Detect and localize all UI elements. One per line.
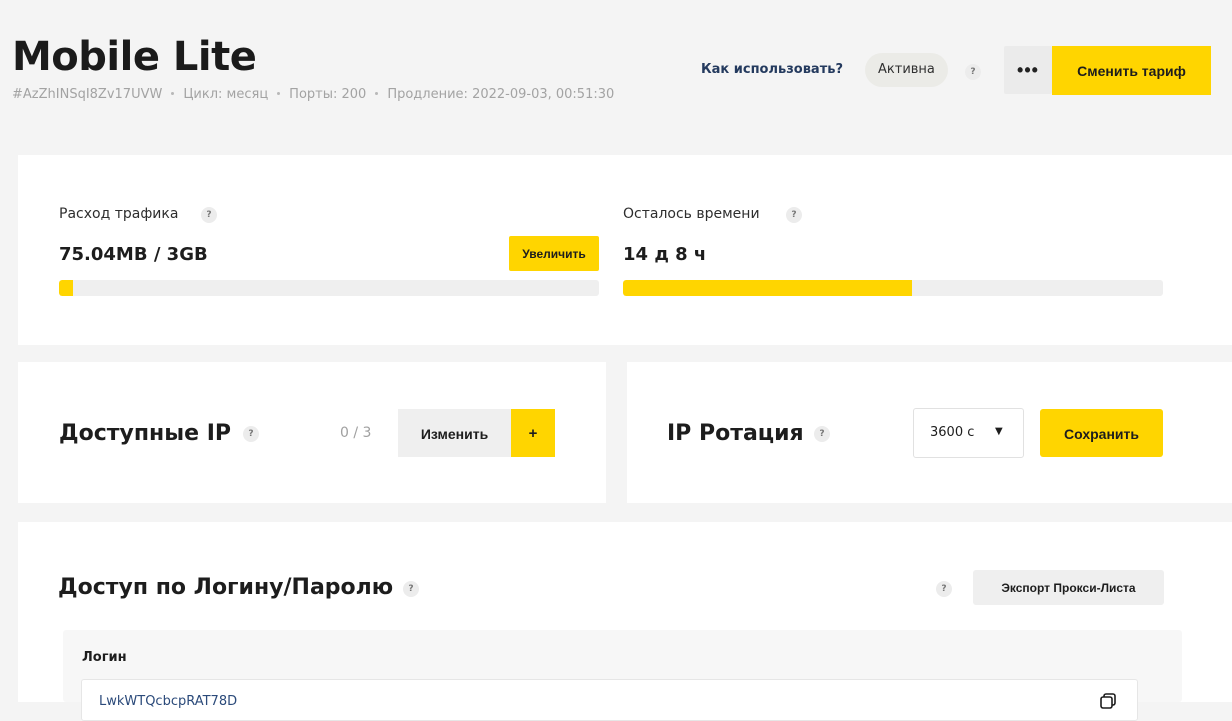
change-plan-button[interactable]: Сменить тариф bbox=[1052, 46, 1211, 95]
page-title: Mobile Lite bbox=[12, 34, 257, 80]
how-to-use-link[interactable]: Как использовать? bbox=[701, 62, 843, 77]
plan-ports: Порты: 200 bbox=[289, 87, 367, 102]
plan-cycle: Цикл: месяц bbox=[183, 87, 269, 102]
help-icon[interactable]: ? bbox=[786, 207, 802, 223]
ip-rotation-title: IP Ротация bbox=[667, 421, 804, 446]
plan-meta: #AzZhINSqI8Zv17UVW Цикл: месяц Порты: 200 П… bbox=[12, 87, 614, 102]
edit-ips-button[interactable]: Изменить bbox=[398, 409, 511, 457]
rotation-interval-value: 3600 с bbox=[930, 425, 975, 440]
login-panel: Логин LwkWTQcbcpRAT78D bbox=[63, 630, 1182, 721]
save-rotation-button[interactable]: Сохранить bbox=[1040, 409, 1163, 457]
plan-id: #AzZhINSqI8Zv17UVW bbox=[12, 87, 163, 102]
separator-dot bbox=[171, 92, 175, 95]
separator-dot bbox=[277, 92, 281, 95]
page-header: Mobile Lite #AzZhINSqI8Zv17UVW Цикл: меся… bbox=[0, 0, 1232, 150]
copy-icon[interactable] bbox=[1099, 692, 1117, 710]
more-options-button[interactable]: ••• bbox=[1004, 46, 1052, 94]
rotation-interval-select[interactable]: 3600 с ▼ bbox=[913, 408, 1024, 458]
traffic-label: Расход трафика bbox=[59, 206, 179, 222]
separator-dot bbox=[375, 92, 379, 95]
ip-rotation-card: IP Ротация ? 3600 с ▼ Сохранить bbox=[627, 362, 1232, 503]
add-ip-button[interactable]: + bbox=[511, 409, 555, 457]
traffic-progress-bar bbox=[59, 280, 599, 296]
time-progress-fill bbox=[623, 280, 912, 296]
time-left-label: Осталось времени bbox=[623, 206, 760, 222]
help-icon[interactable]: ? bbox=[936, 581, 952, 597]
login-label: Логин bbox=[82, 650, 127, 665]
export-proxy-list-button[interactable]: Экспорт Прокси-Листа bbox=[973, 570, 1164, 605]
plan-renewal: Продление: 2022-09-03, 00:51:30 bbox=[387, 87, 615, 102]
help-icon[interactable]: ? bbox=[201, 207, 217, 223]
increase-traffic-button[interactable]: Увеличить bbox=[509, 236, 599, 271]
time-left-value: 14 д 8 ч bbox=[623, 244, 707, 265]
time-progress-bar bbox=[623, 280, 1163, 296]
traffic-progress-fill bbox=[59, 280, 73, 296]
help-icon[interactable]: ? bbox=[814, 426, 830, 442]
status-badge: Активна bbox=[865, 53, 948, 87]
help-icon[interactable]: ? bbox=[965, 64, 981, 80]
login-field[interactable]: LwkWTQcbcpRAT78D bbox=[81, 679, 1138, 721]
caret-down-icon: ▼ bbox=[995, 426, 1003, 437]
available-ips-title: Доступные IP bbox=[59, 421, 232, 446]
help-icon[interactable]: ? bbox=[243, 426, 259, 442]
traffic-value: 75.04MB / 3GB bbox=[59, 244, 208, 265]
login-password-card: Доступ по Логину/Паролю ? ? Экспорт Прок… bbox=[18, 522, 1232, 721]
auth-title: Доступ по Логину/Паролю bbox=[58, 575, 394, 600]
usage-card: Расход трафика ? 75.04MB / 3GB Увеличить… bbox=[18, 155, 1232, 345]
available-ips-card: Доступные IP ? 0 / 3 Изменить + bbox=[18, 362, 606, 503]
ip-count: 0 / 3 bbox=[340, 425, 372, 441]
help-icon[interactable]: ? bbox=[403, 581, 419, 597]
